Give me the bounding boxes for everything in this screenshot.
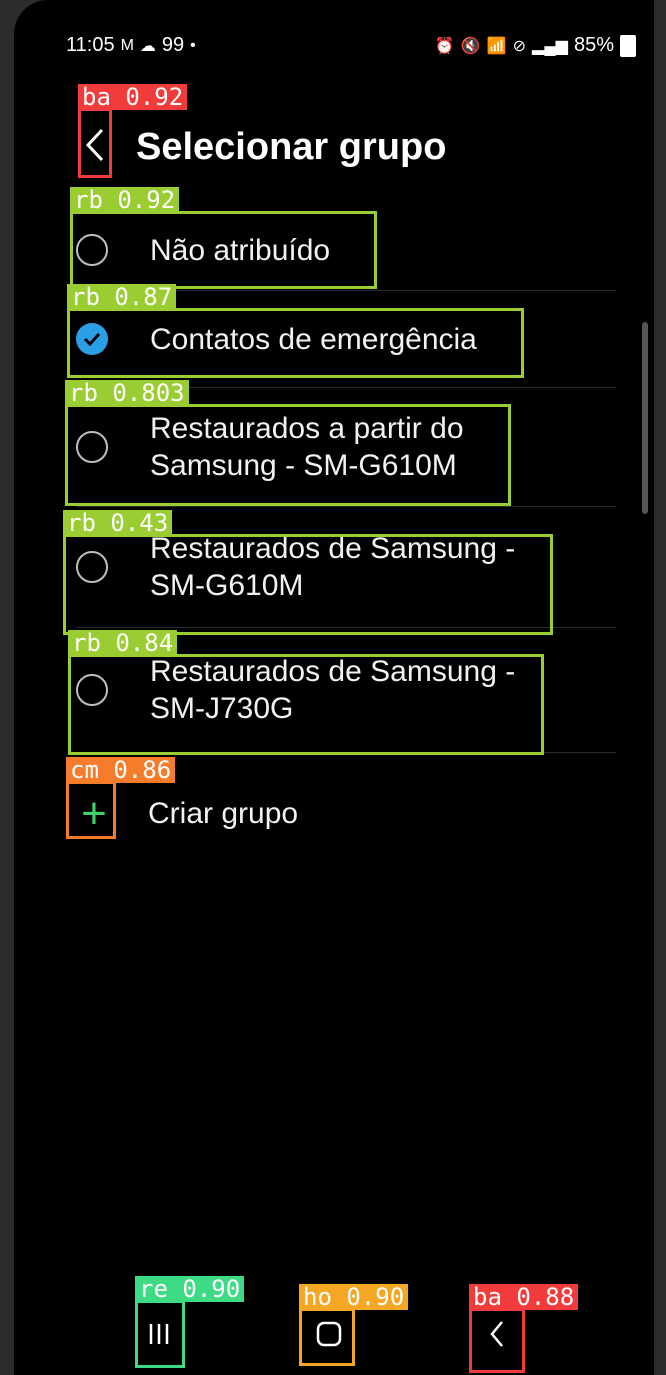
detection-box-radio bbox=[67, 308, 524, 378]
detection-label: ho 0.90 bbox=[299, 1284, 409, 1310]
create-group-label: Criar grupo bbox=[148, 797, 299, 830]
detection-box-radio bbox=[63, 534, 553, 635]
detection-label: rb 0.84 bbox=[68, 630, 178, 656]
detection-label: rb 0.92 bbox=[70, 187, 180, 213]
detection-label: rb 0.803 bbox=[65, 380, 189, 406]
detection-label: re 0.90 bbox=[135, 1276, 245, 1302]
status-time: 11:05 bbox=[66, 34, 115, 56]
detection-box-recents bbox=[135, 1300, 185, 1368]
status-notif-count: 99 bbox=[161, 34, 185, 56]
cloud-icon: ☁ bbox=[139, 37, 156, 55]
status-bar: 11:05 M ☁ 99 • ⏰ 🔇 📶 ⊘ ▂▄▆ 85% bbox=[14, 34, 654, 68]
detection-box-back bbox=[78, 108, 112, 178]
detection-box-back-nav bbox=[469, 1308, 525, 1373]
dot-icon: • bbox=[190, 36, 196, 54]
detection-box-radio bbox=[70, 211, 377, 289]
detection-box-radio bbox=[68, 654, 544, 755]
page-title: Selecionar grupo bbox=[136, 126, 447, 168]
detection-box-home bbox=[299, 1308, 355, 1366]
dnd-icon: ⊘ bbox=[512, 37, 527, 55]
status-right: ⏰ 🔇 📶 ⊘ ▂▄▆ 85% bbox=[435, 34, 636, 57]
battery-level: 85% bbox=[573, 34, 614, 56]
wifi-icon: 📶 bbox=[486, 37, 507, 55]
detection-box-create bbox=[66, 781, 116, 839]
detection-label: rb 0.87 bbox=[67, 284, 177, 310]
detection-label: ba 0.92 bbox=[78, 84, 188, 110]
detection-label: cm 0.86 bbox=[66, 757, 176, 783]
gmail-icon: M bbox=[120, 36, 134, 54]
alarm-icon: ⏰ bbox=[434, 37, 455, 55]
mute-icon: 🔇 bbox=[460, 37, 481, 55]
signal-icon: ▂▄▆ bbox=[532, 37, 568, 55]
battery-icon bbox=[620, 34, 636, 57]
status-left: 11:05 M ☁ 99 • bbox=[66, 34, 196, 57]
detection-box-radio bbox=[65, 404, 511, 506]
scrollbar[interactable] bbox=[642, 322, 648, 514]
detection-label: ba 0.88 bbox=[469, 1284, 579, 1310]
detection-label: rb 0.43 bbox=[63, 510, 173, 536]
